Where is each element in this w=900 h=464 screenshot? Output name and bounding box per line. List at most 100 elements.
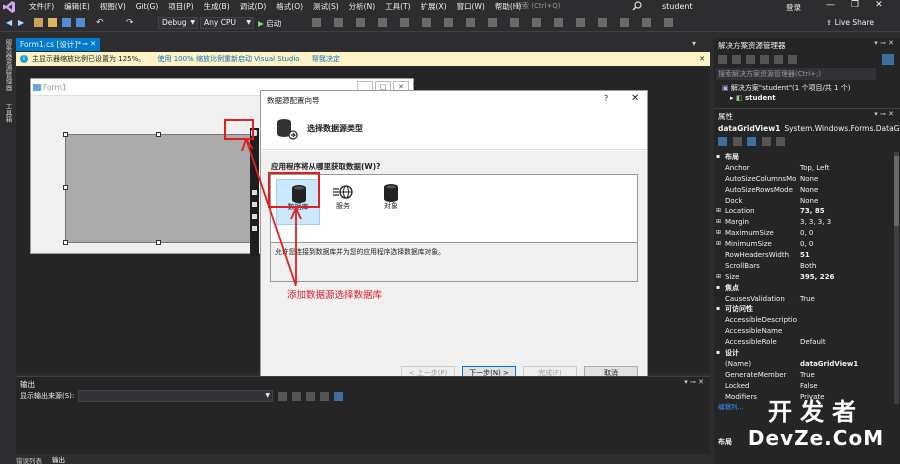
pin-icon[interactable]: ⊸ bbox=[880, 110, 886, 118]
scrollbar-thumb[interactable] bbox=[894, 156, 899, 226]
output-tool-icon[interactable] bbox=[292, 392, 301, 401]
property-value[interactable]: dataGridView1 bbox=[800, 359, 858, 370]
property-row[interactable]: CausesValidation True bbox=[714, 294, 892, 305]
watermark-logo: 开发者 DevZe.CoM bbox=[740, 398, 892, 460]
expand-icon[interactable]: ⊞ bbox=[716, 206, 721, 217]
output-source-select[interactable]: ▼ bbox=[78, 390, 273, 402]
property-row[interactable]: ⊞ MinimumSize 0, 0 bbox=[714, 239, 892, 250]
property-name: Dock bbox=[725, 196, 743, 205]
property-row[interactable]: AutoSizeColumnsMo None bbox=[714, 174, 892, 185]
property-value[interactable]: Top, Left bbox=[800, 163, 829, 174]
properties-icon[interactable] bbox=[747, 137, 757, 146]
tab-error-list[interactable]: 错误列表 bbox=[16, 455, 42, 464]
settings-icon[interactable] bbox=[788, 55, 797, 64]
alphabetical-icon[interactable] bbox=[732, 137, 742, 146]
collapse-icon[interactable]: ▪ bbox=[716, 152, 720, 163]
property-value[interactable]: False bbox=[800, 381, 818, 392]
property-value[interactable]: 73, 85 bbox=[800, 206, 825, 217]
close-icon[interactable]: ✕ bbox=[888, 39, 894, 47]
tab-output[interactable]: 输出 bbox=[52, 454, 65, 464]
property-value[interactable]: 3, 3, 3, 3 bbox=[800, 217, 831, 228]
expand-icon[interactable]: ⊞ bbox=[716, 272, 721, 283]
events-icon[interactable] bbox=[761, 137, 771, 146]
property-value[interactable]: 395, 226 bbox=[800, 272, 834, 283]
collapse-icon[interactable]: ▪ bbox=[716, 348, 720, 359]
collapse-icon[interactable]: ▪ bbox=[716, 304, 720, 315]
csharp-project-icon: ◧ bbox=[735, 94, 746, 102]
output-tool-icon[interactable] bbox=[320, 392, 329, 401]
refresh-icon[interactable] bbox=[746, 55, 755, 64]
word-wrap-icon[interactable] bbox=[334, 392, 343, 401]
output-tool-icon[interactable] bbox=[306, 392, 315, 401]
property-name: AccessibleRole bbox=[725, 338, 777, 347]
solution-node[interactable]: ▣ 解决方案"student"(1 个项目/共 1 个) bbox=[722, 83, 850, 93]
expand-icon[interactable]: ⊞ bbox=[716, 239, 721, 250]
property-name: 可访问性 bbox=[725, 305, 753, 314]
property-row[interactable]: GenerateMember True bbox=[714, 370, 892, 381]
categorized-icon[interactable] bbox=[718, 137, 727, 146]
collapse-icon[interactable]: ▪ bbox=[716, 283, 720, 294]
pin-icon[interactable]: ⊸ bbox=[880, 39, 886, 47]
property-row[interactable]: ⊞ Margin 3, 3, 3, 3 bbox=[714, 217, 892, 228]
output-tool-icon[interactable] bbox=[278, 392, 287, 401]
solution-explorer-panel: 解决方案资源管理器 ▾ ⊸ ✕ 搜索解决方案资源管理器(Ctrl+;) ▣ 解决… bbox=[714, 38, 900, 108]
property-row[interactable]: Dock None bbox=[714, 196, 892, 207]
solution-node-label: 解决方案"student"(1 个项目/共 1 个) bbox=[730, 84, 851, 92]
home-icon[interactable] bbox=[718, 55, 727, 64]
output-source-label: 显示输出来源(S): bbox=[20, 392, 75, 400]
property-row[interactable]: AccessibleRole Default bbox=[714, 337, 892, 348]
properties-scrollbar[interactable] bbox=[894, 152, 899, 404]
property-name: Locked bbox=[725, 381, 750, 390]
pin-icon[interactable]: ⊸ bbox=[690, 378, 696, 386]
property-value[interactable]: None bbox=[800, 185, 818, 196]
property-category[interactable]: ▪ 布局 bbox=[714, 152, 892, 163]
collapse-all-icon[interactable] bbox=[760, 55, 769, 64]
sync-icon[interactable] bbox=[732, 55, 741, 64]
property-row[interactable]: Locked False bbox=[714, 381, 892, 392]
property-row[interactable]: (Name) dataGridView1 bbox=[714, 359, 892, 370]
close-icon[interactable]: ✕ bbox=[698, 378, 704, 386]
property-name: 布局 bbox=[725, 153, 739, 161]
property-row[interactable]: ScrollBars Both bbox=[714, 261, 892, 272]
property-name: RowHeadersWidth bbox=[725, 251, 790, 260]
property-value[interactable]: 0, 0 bbox=[800, 239, 813, 250]
expand-icon[interactable]: ⊞ bbox=[716, 217, 721, 228]
property-row[interactable]: AutoSizeRowsMode None bbox=[714, 185, 892, 196]
property-row[interactable]: ⊞ Size 395, 226 bbox=[714, 272, 892, 283]
property-name: AutoSizeColumnsMo bbox=[725, 174, 797, 183]
property-pages-icon[interactable] bbox=[776, 137, 786, 146]
property-value[interactable]: True bbox=[800, 370, 815, 381]
project-node[interactable]: ▸ ◧ student bbox=[730, 94, 776, 102]
property-row[interactable]: Anchor Top, Left bbox=[714, 163, 892, 174]
property-value[interactable]: Both bbox=[800, 261, 816, 272]
solution-explorer-title: 解决方案资源管理器 bbox=[718, 41, 786, 50]
dropdown-icon[interactable]: ▾ bbox=[874, 110, 878, 118]
dropdown-icon[interactable]: ▾ bbox=[874, 39, 878, 47]
solution-icon: ▣ bbox=[722, 84, 731, 92]
property-value[interactable]: None bbox=[800, 196, 818, 207]
property-category[interactable]: ▪ 焦点 bbox=[714, 283, 892, 294]
property-grid[interactable]: ▪ 布局 Anchor Top, Left AutoSizeColumnsMo None A… bbox=[714, 152, 892, 404]
property-value[interactable]: None bbox=[800, 174, 818, 185]
property-value[interactable]: Default bbox=[800, 337, 826, 348]
property-value[interactable]: 51 bbox=[800, 250, 810, 261]
close-icon[interactable]: ✕ bbox=[888, 110, 894, 118]
property-object-selector[interactable]: dataGridView1 System.Windows.Forms.DataG bbox=[718, 124, 899, 133]
show-all-files-icon[interactable] bbox=[774, 55, 783, 64]
watermark-line1: 开发者 bbox=[768, 398, 864, 426]
property-row[interactable]: AccessibleDescriptio bbox=[714, 315, 892, 326]
property-row[interactable]: ⊞ MaximumSize 0, 0 bbox=[714, 228, 892, 239]
bottom-tabs: 错误列表 输出 bbox=[16, 455, 710, 464]
property-category[interactable]: ▪ 设计 bbox=[714, 348, 892, 359]
expand-icon[interactable]: ⊞ bbox=[716, 228, 721, 239]
property-row[interactable]: AccessibleName bbox=[714, 326, 892, 337]
properties-toolbar bbox=[718, 137, 788, 149]
property-row[interactable]: ⊞ Location 73, 85 bbox=[714, 206, 892, 217]
solution-search-input[interactable]: 搜索解决方案资源管理器(Ctrl+;) bbox=[716, 68, 876, 80]
dropdown-icon[interactable]: ▾ bbox=[684, 378, 688, 386]
property-value[interactable]: True bbox=[800, 294, 815, 305]
pin-icon[interactable] bbox=[882, 54, 894, 65]
property-category[interactable]: ▪ 可访问性 bbox=[714, 304, 892, 315]
property-value[interactable]: 0, 0 bbox=[800, 228, 813, 239]
property-row[interactable]: RowHeadersWidth 51 bbox=[714, 250, 892, 261]
